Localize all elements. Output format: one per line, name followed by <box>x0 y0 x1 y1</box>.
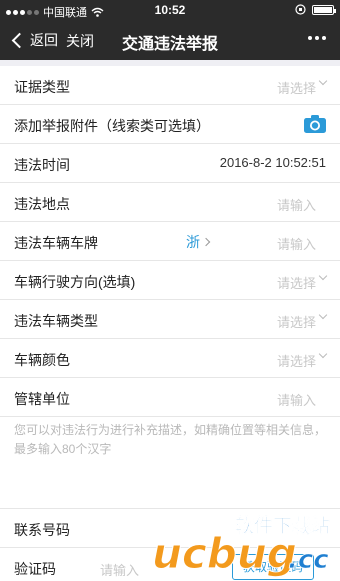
jurisdiction-label: 管辖单位 <box>14 391 70 407</box>
attachment-label: 添加举报附件（线索类可选填） <box>14 118 210 134</box>
more-dot-icon <box>315 36 319 40</box>
more-menu-button[interactable] <box>308 36 326 40</box>
code-row[interactable]: 验证码 请输入 获取验证码 <box>0 548 340 581</box>
page-title: 交通违法举报 <box>121 36 218 53</box>
contact-section: 联系号码 验证码 请输入 获取验证码 <box>0 509 340 581</box>
jurisdiction-row[interactable]: 管辖单位 请输入 <box>0 378 340 417</box>
violation-time-row[interactable]: 违法时间 2016-8-2 10:52:51 <box>0 144 340 183</box>
status-right <box>295 4 336 15</box>
violation-place-input[interactable]: 请输入 <box>277 195 316 214</box>
phone-label: 联系号码 <box>14 522 70 538</box>
violation-time-value[interactable]: 2016-8-2 10:52:51 <box>220 155 326 170</box>
status-bar: 中国联通 10:52 <box>0 0 340 20</box>
camera-icon[interactable] <box>304 115 326 133</box>
more-dot-icon <box>308 36 312 40</box>
evidence-type-select[interactable]: 请选择 <box>277 78 316 97</box>
violation-place-row[interactable]: 违法地点 请输入 <box>0 183 340 222</box>
description-textarea[interactable]: 您可以对违法行为进行补充描述，如精确位置等相关信息，最多输入80个汉字 <box>0 417 340 509</box>
vehicle-type-label: 违法车辆类型 <box>14 313 98 329</box>
plate-label: 违法车辆车牌 <box>14 235 98 251</box>
plate-province-select[interactable]: 浙 <box>186 232 211 252</box>
navigation-bar: 返回 关闭 交通违法举报 <box>0 20 340 60</box>
violation-place-label: 违法地点 <box>14 196 70 212</box>
direction-row[interactable]: 车辆行驶方向(选填) 请选择 <box>0 261 340 300</box>
chevron-down-icon <box>318 76 328 86</box>
plate-province-value: 浙 <box>186 234 200 250</box>
code-input[interactable]: 请输入 <box>100 560 139 579</box>
jurisdiction-input[interactable]: 请输入 <box>277 390 316 409</box>
evidence-type-label: 证据类型 <box>14 79 70 95</box>
battery-icon <box>312 4 336 15</box>
report-form: 证据类型 请选择 添加举报附件（线索类可选填） 违法时间 2016-8-2 10… <box>0 66 340 417</box>
orientation-lock-icon <box>295 4 306 15</box>
vehicle-color-row[interactable]: 车辆颜色 请选择 <box>0 339 340 378</box>
direction-select[interactable]: 请选择 <box>277 273 316 292</box>
plate-row[interactable]: 违法车辆车牌 浙 请输入 <box>0 222 340 261</box>
chevron-down-icon <box>318 271 328 281</box>
code-label: 验证码 <box>14 561 56 577</box>
attachment-row[interactable]: 添加举报附件（线索类可选填） <box>0 105 340 144</box>
direction-label: 车辆行驶方向(选填) <box>14 274 136 290</box>
phone-row[interactable]: 联系号码 <box>0 509 340 548</box>
vehicle-color-select[interactable]: 请选择 <box>277 351 316 370</box>
plate-number-input[interactable]: 请输入 <box>277 234 316 253</box>
vehicle-type-row[interactable]: 违法车辆类型 请选择 <box>0 300 340 339</box>
get-code-button[interactable]: 获取验证码 <box>232 554 314 580</box>
violation-time-label: 违法时间 <box>14 157 70 173</box>
chevron-down-icon <box>318 310 328 320</box>
vehicle-type-select[interactable]: 请选择 <box>277 312 316 331</box>
chevron-right-icon <box>201 237 211 247</box>
chevron-down-icon <box>318 349 328 359</box>
clock: 10:52 <box>154 3 186 17</box>
vehicle-color-label: 车辆颜色 <box>14 352 70 368</box>
more-dot-icon <box>322 36 326 40</box>
evidence-type-row[interactable]: 证据类型 请选择 <box>0 66 340 105</box>
